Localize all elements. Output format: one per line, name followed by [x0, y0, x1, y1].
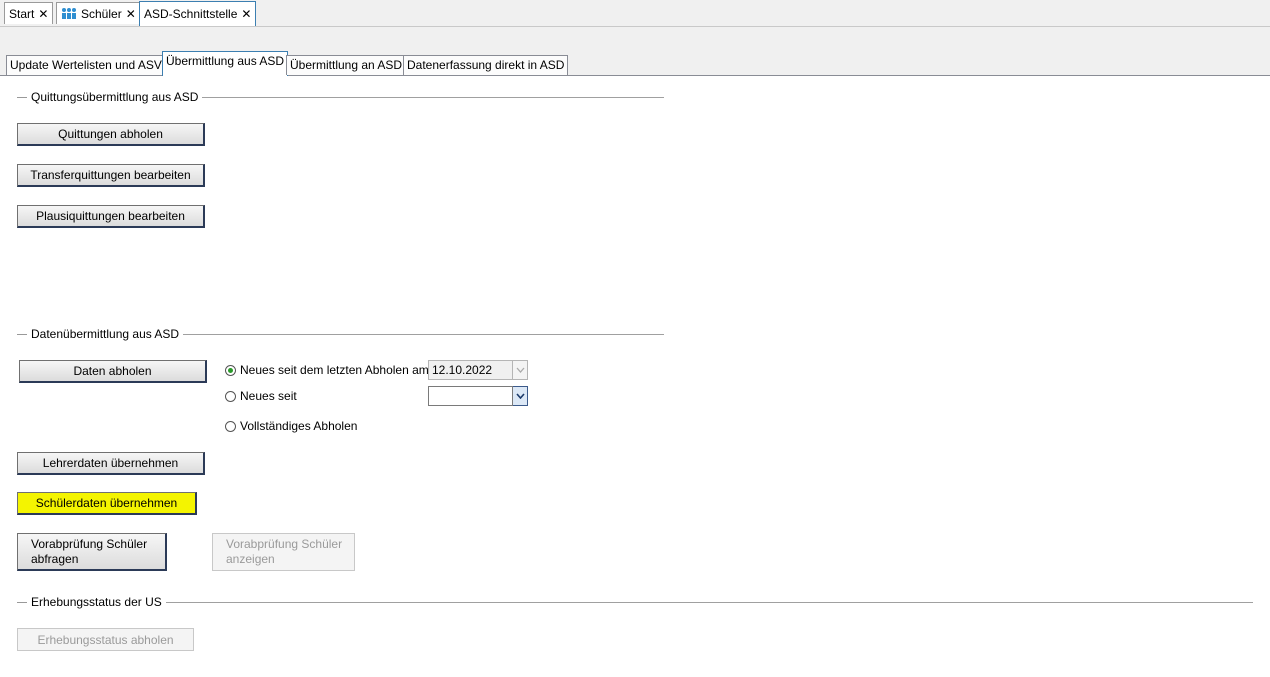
radio-label: Neues seit dem letzten Abholen am: [240, 363, 429, 377]
radio-label: Vollständiges Abholen: [240, 419, 358, 433]
close-icon[interactable]: ✕: [38, 7, 48, 21]
since-date-field[interactable]: [428, 386, 528, 406]
tab-datenerfassung[interactable]: Datenerfassung direkt in ASD: [403, 55, 569, 75]
transferquittungen-button[interactable]: Transferquittungen bearbeiten: [17, 164, 205, 187]
schuelerdaten-button[interactable]: Schülerdaten übernehmen: [17, 492, 197, 515]
doc-tab-label: ASD-Schnittstelle: [144, 7, 238, 21]
group-title: Erhebungsstatus der US: [31, 595, 162, 609]
daten-abholen-button[interactable]: Daten abholen: [19, 360, 207, 383]
group-title: Datenübermittlung aus ASD: [31, 327, 180, 341]
doc-tab-asd-schnittstelle[interactable]: ASD-Schnittstelle ✕: [139, 1, 257, 26]
quittung-group-header: Quittungsübermittlung aus ASD: [17, 90, 664, 104]
erhebung-group-header: Erhebungsstatus der US: [17, 595, 1253, 609]
tab-uebermittlung-an-asd[interactable]: Übermittlung an ASD: [286, 55, 407, 75]
close-icon[interactable]: ✕: [126, 7, 136, 21]
group-title: Quittungsübermittlung aus ASD: [31, 90, 199, 104]
radio-checked-icon: [225, 364, 236, 376]
plausiquittungen-button[interactable]: Plausiquittungen bearbeiten: [17, 205, 205, 228]
chevron-down-icon: [513, 360, 528, 380]
last-fetch-date-value: 12.10.2022: [428, 360, 513, 380]
erhebungsstatus-button: Erhebungsstatus abholen: [17, 628, 194, 651]
quittungen-abholen-button[interactable]: Quittungen abholen: [17, 123, 205, 146]
students-icon: [61, 7, 77, 20]
doc-tab-schueler[interactable]: Schüler ✕: [56, 2, 141, 24]
group-dash: [17, 333, 27, 335]
daten-group-header: Datenübermittlung aus ASD: [17, 327, 664, 341]
vorabpruefung-abfragen-button[interactable]: Vorabprüfung Schüler abfragen: [17, 533, 167, 571]
radio-vollstaendig[interactable]: Vollständiges Abholen: [225, 419, 357, 433]
chevron-down-icon[interactable]: [513, 386, 528, 406]
radio-unchecked-icon: [225, 390, 236, 402]
since-date-value[interactable]: [428, 386, 513, 406]
radio-neues-seit[interactable]: Neues seit: [225, 389, 297, 403]
lehrerdaten-button[interactable]: Lehrerdaten übernehmen: [17, 452, 205, 475]
radio-unchecked-icon: [225, 420, 236, 432]
last-fetch-date-field: 12.10.2022: [428, 360, 528, 380]
group-line: [202, 96, 664, 98]
inner-tab-bar: Update Wertelisten und ASV Übermittlung …: [0, 48, 1270, 76]
tab-uebermittlung-aus-asd[interactable]: Übermittlung aus ASD: [162, 51, 289, 76]
group-line: [165, 601, 1253, 603]
tab-content: Quittungsübermittlung aus ASD Quittungen…: [0, 76, 1270, 677]
group-line: [183, 333, 664, 335]
doc-tab-start[interactable]: Start ✕: [4, 2, 54, 24]
doc-tab-label: Start: [9, 6, 35, 21]
tab-update-wertelisten[interactable]: Update Wertelisten und ASV: [6, 55, 166, 75]
vorabpruefung-anzeigen-button: Vorabprüfung Schüler anzeigen: [212, 533, 355, 571]
toolbar-strip: [0, 27, 1270, 49]
group-dash: [17, 96, 27, 98]
group-dash: [17, 601, 27, 603]
doc-tab-label: Schüler: [81, 6, 122, 21]
document-tab-bar: Start ✕ Schüler ✕ ASD-Schnittstelle ✕: [0, 0, 1270, 27]
close-icon[interactable]: ✕: [241, 7, 251, 21]
radio-neues-seit-letztem[interactable]: Neues seit dem letzten Abholen am: [225, 363, 429, 377]
radio-label: Neues seit: [240, 389, 297, 403]
